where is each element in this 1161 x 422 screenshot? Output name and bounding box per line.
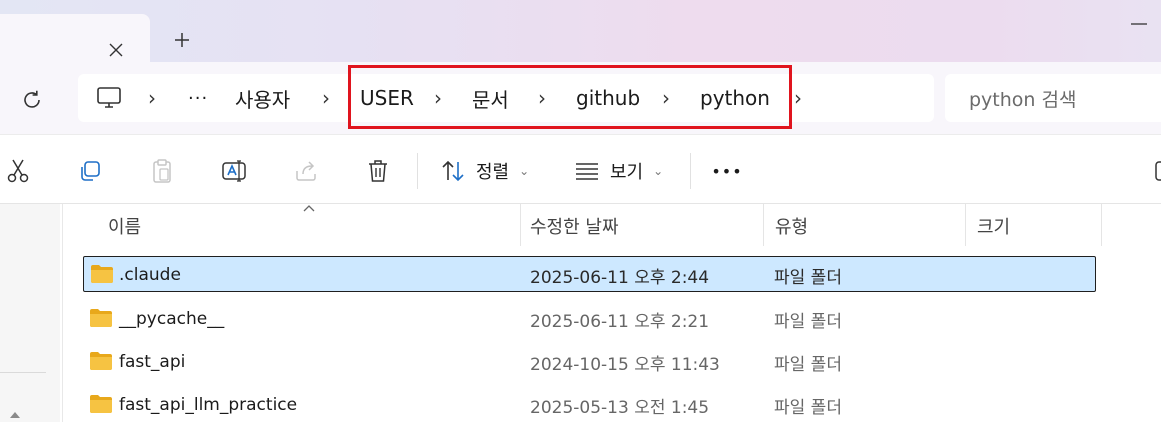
view-icon	[576, 163, 598, 180]
chevron-right-icon[interactable]: ›	[322, 74, 330, 122]
breadcrumb-users[interactable]: 사용자	[235, 74, 290, 122]
file-row[interactable]: __pycache__ 2025-06-11 오후 2:21 파일 폴더	[83, 301, 1096, 337]
folder-icon	[90, 309, 112, 327]
tab-active[interactable]	[0, 14, 150, 62]
folder-icon	[91, 265, 113, 283]
file-type: 파일 폴더	[774, 267, 842, 288]
details-pane-button[interactable]	[1152, 157, 1161, 185]
delete-button[interactable]	[364, 157, 392, 185]
file-name: .claude	[119, 265, 181, 285]
rename-icon	[222, 160, 246, 182]
column-header-name[interactable]: 이름	[108, 204, 141, 248]
close-icon	[109, 43, 123, 57]
folder-icon	[90, 395, 112, 413]
copy-icon	[81, 161, 100, 181]
this-pc-button[interactable]	[96, 74, 122, 122]
column-divider[interactable]	[1101, 204, 1102, 246]
file-date: 2025-06-11 오후 2:44	[530, 267, 710, 288]
column-header-type[interactable]: 유형	[775, 204, 808, 248]
chevron-down-icon: ⌄	[519, 164, 530, 178]
folder-icon	[90, 352, 112, 370]
minimize-button[interactable]	[1124, 12, 1154, 36]
column-divider[interactable]	[763, 204, 764, 246]
share-icon	[296, 161, 316, 181]
file-date: 2025-05-13 오전 1:45	[530, 397, 710, 418]
view-button[interactable]: 보기 ⌄	[574, 157, 663, 185]
file-row[interactable]: fast_api 2024-10-15 오후 11:43 파일 폴더	[83, 344, 1096, 380]
new-tab-button[interactable]	[170, 28, 194, 52]
toolbar-divider	[690, 153, 691, 189]
refresh-button[interactable]	[18, 86, 46, 114]
column-divider[interactable]	[965, 204, 966, 246]
navigation-pane[interactable]	[0, 204, 60, 422]
sort-label: 정렬	[476, 162, 510, 183]
copy-button[interactable]	[76, 157, 104, 185]
more-options-button[interactable]: •••	[711, 157, 742, 185]
chevron-right-icon[interactable]: ›	[794, 74, 802, 122]
column-divider[interactable]	[520, 204, 521, 246]
view-label: 보기	[610, 162, 644, 183]
sort-ascending-icon	[303, 205, 315, 212]
delete-icon	[369, 160, 387, 182]
refresh-icon	[24, 90, 40, 108]
minimize-icon	[1131, 23, 1147, 25]
command-bar: 정렬 ⌄ 보기 ⌄ •••	[0, 134, 1161, 204]
file-name: fast_api	[119, 352, 186, 372]
paste-button[interactable]	[148, 157, 176, 185]
file-type: 파일 폴더	[774, 397, 842, 418]
column-header-size[interactable]: 크기	[977, 204, 1010, 248]
file-name: __pycache__	[119, 309, 225, 329]
sort-button[interactable]: 정렬 ⌄	[440, 157, 529, 185]
sort-icon	[442, 160, 464, 182]
file-row[interactable]: .claude 2025-06-11 오후 2:44 파일 폴더	[83, 256, 1096, 292]
plus-icon	[175, 33, 189, 47]
toolbar-divider	[417, 153, 418, 189]
pane-divider[interactable]	[62, 204, 63, 422]
breadcrumb-overflow[interactable]: ···	[188, 74, 208, 122]
rename-button[interactable]	[220, 157, 248, 185]
highlight-annotation	[348, 65, 792, 129]
file-date: 2025-06-11 오후 2:21	[530, 311, 710, 332]
search-input[interactable]: python 검색	[945, 74, 1161, 122]
file-type: 파일 폴더	[774, 354, 842, 375]
share-button[interactable]	[292, 157, 320, 185]
scroll-down-icon[interactable]	[8, 408, 22, 422]
file-row[interactable]: fast_api_llm_practice 2025-05-13 오전 1:45…	[83, 387, 1096, 422]
close-tab-button[interactable]	[104, 38, 128, 62]
chevron-right-icon[interactable]: ›	[148, 74, 156, 122]
column-header-date[interactable]: 수정한 날짜	[530, 204, 619, 248]
cut-icon	[7, 159, 29, 183]
cut-button[interactable]	[4, 157, 32, 185]
file-name: fast_api_llm_practice	[119, 395, 298, 415]
file-type: 파일 폴더	[774, 311, 842, 332]
details-pane-icon	[1155, 161, 1161, 181]
nav-divider	[0, 372, 46, 373]
monitor-icon	[97, 87, 121, 108]
paste-icon	[153, 159, 171, 183]
tab-strip	[0, 0, 1161, 62]
file-date: 2024-10-15 오후 11:43	[530, 354, 720, 375]
chevron-down-icon: ⌄	[653, 164, 664, 178]
